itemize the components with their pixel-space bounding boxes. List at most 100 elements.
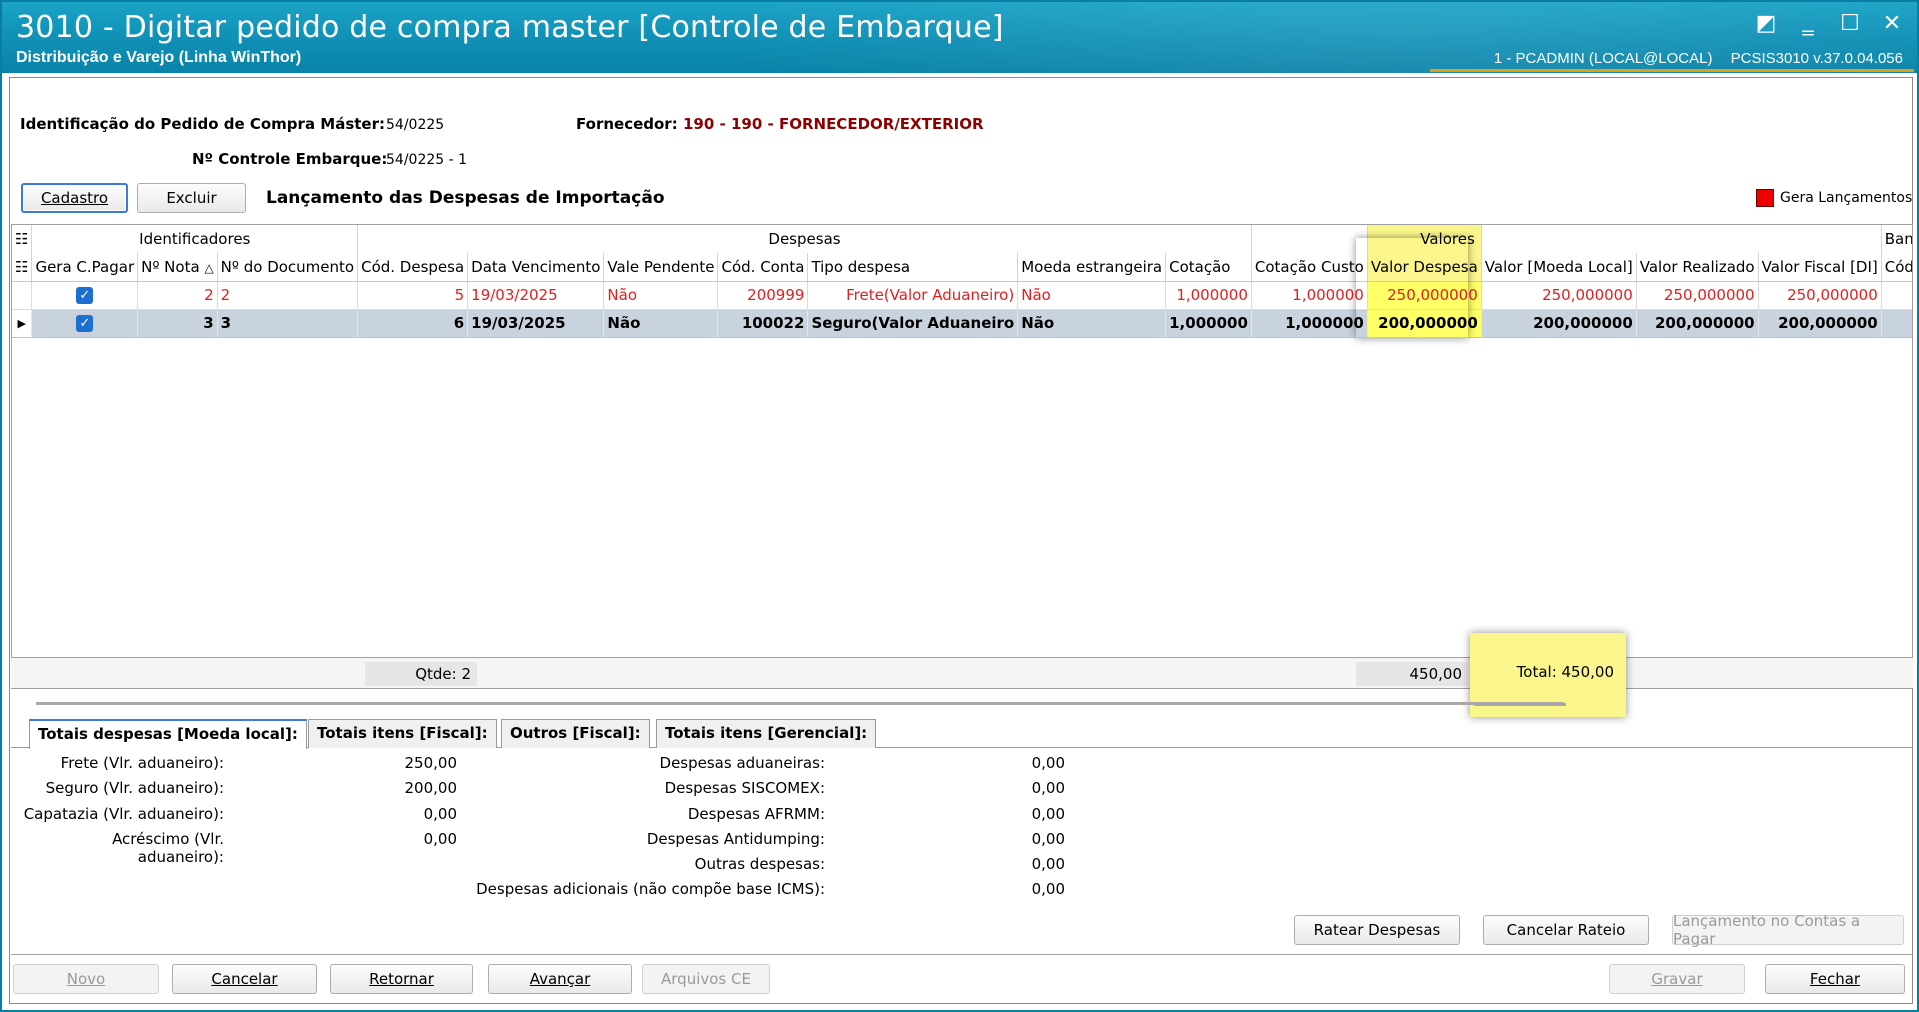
total-acrescimo-label: Acréscimo (Vlr. aduaneiro): — [112, 830, 224, 866]
col-cod-despesa[interactable]: Cód. Despesa — [357, 253, 469, 282]
cancelar-button[interactable]: Cancelar — [172, 964, 317, 994]
cell-moeda: Não — [1017, 309, 1167, 338]
user-info: 1 - PCADMIN (LOCAL@LOCAL) PCSIS3010 v.37… — [1494, 50, 1903, 67]
total-afrmm-value: 0,00 — [1031, 805, 1065, 823]
col-valor-fiscal[interactable]: Valor Fiscal [DI] — [1758, 253, 1882, 282]
grid-footer: Qtde: 2 450,00 — [11, 657, 1913, 689]
band-valores: Valores — [1367, 225, 1482, 253]
cell-valor-despesa: 200,000000 — [1367, 309, 1482, 338]
footer-qtde: Qtde: 2 — [365, 662, 477, 686]
cancelar-rateio-button[interactable]: Cancelar Rateio — [1483, 915, 1649, 945]
col-valor-realizado[interactable]: Valor Realizado — [1636, 253, 1759, 282]
cell-valor-fiscal: 200,000000 — [1758, 309, 1882, 338]
gravar-button[interactable]: Gravar — [1609, 964, 1745, 994]
band-menu-icon[interactable]: ☷ — [12, 225, 33, 253]
gera-cpagar-checkbox[interactable]: ✓ — [31, 281, 139, 310]
footer-total: Total: 450,00 — [1516, 663, 1614, 681]
total-aduaneiras-label: Despesas aduaneiras: — [659, 754, 825, 772]
version-label: PCSIS3010 v.37.0.04.056 — [1730, 50, 1903, 67]
col-moeda-estrangeira[interactable]: Moeda estrangeira — [1017, 253, 1167, 282]
tab-totais-gerencial[interactable]: Totais itens [Gerencial]: — [656, 719, 877, 748]
tab-totais-despesas[interactable]: Totais despesas [Moeda local]: — [29, 719, 307, 749]
sort-asc-icon: △ — [204, 260, 214, 275]
check-icon: ✓ — [76, 315, 94, 332]
cell-tipo-despesa: Seguro(Valor Aduaneiro — [807, 309, 1019, 338]
horizontal-scrollbar[interactable] — [36, 702, 1564, 705]
close-icon[interactable]: ✕ — [1881, 12, 1903, 36]
total-frete-label: Frete (Vlr. aduaneiro): — [60, 754, 224, 772]
edit-window-icon[interactable]: ◩ — [1755, 12, 1777, 36]
tab-totais-fiscal[interactable]: Totais itens [Fiscal]: — [308, 719, 497, 748]
grid-header-row: ☷ Gera C.Pagar Nº Nota △ Nº do Documento… — [12, 253, 1912, 282]
total-siscomex-value: 0,00 — [1031, 779, 1065, 797]
cadastro-button[interactable]: Cadastro — [21, 183, 128, 213]
total-outras-value: 0,00 — [1031, 855, 1065, 873]
col-cod-banco[interactable]: Cód. Ba — [1881, 253, 1912, 282]
table-row[interactable]: ▶ ✓ 3 3 6 19/03/2025 Não 100022 Seguro(V… — [12, 309, 1912, 338]
main-window: 3010 - Digitar pedido de compra master [… — [0, 0, 1919, 1012]
novo-button[interactable]: Novo — [13, 964, 159, 994]
total-seguro-label: Seguro (Vlr. aduaneiro): — [45, 779, 224, 797]
legend-color-swatch — [1756, 189, 1774, 207]
maximize-icon[interactable]: ☐ — [1839, 12, 1861, 36]
gera-cpagar-checkbox[interactable]: ✓ — [31, 309, 139, 338]
tab-outros-fiscal[interactable]: Outros [Fiscal]: — [501, 719, 650, 748]
cell-cod-conta: 200999 — [717, 281, 809, 310]
col-tipo-despesa[interactable]: Tipo despesa — [807, 253, 1019, 282]
table-row[interactable]: ✓ 2 2 5 19/03/2025 Não 200999 Frete(Valo… — [12, 281, 1912, 310]
avancar-button[interactable]: Avançar — [488, 964, 632, 994]
arquivos-ce-button[interactable]: Arquivos CE — [642, 964, 770, 994]
cell-valor-local: 250,000000 — [1481, 281, 1637, 310]
total-afrmm-label: Despesas AFRMM: — [687, 805, 825, 823]
col-cotacao-custo[interactable]: Cotação Custo — [1251, 253, 1368, 282]
excluir-button[interactable]: Excluir — [137, 183, 246, 213]
supplier-value: 190 - 190 - FORNECEDOR/EXTERIOR — [683, 115, 984, 133]
cell-valor-fiscal: 250,000000 — [1758, 281, 1882, 310]
supplier-label: Fornecedor: — [576, 115, 678, 133]
total-outras-label: Outras despesas: — [694, 855, 825, 873]
retornar-button[interactable]: Retornar — [330, 964, 473, 994]
cell-vencimento: 19/03/2025 — [467, 281, 605, 310]
fechar-button[interactable]: Fechar — [1765, 964, 1905, 994]
title-bar[interactable]: 3010 - Digitar pedido de compra master [… — [2, 2, 1917, 73]
col-valor-despesa[interactable]: Valor Despesa — [1367, 253, 1482, 282]
total-antidumping-label: Despesas Antidumping: — [646, 830, 825, 848]
cell-valor-despesa: 250,000000 — [1367, 281, 1482, 310]
cell-cod-despesa: 5 — [357, 281, 469, 310]
col-vale-pendente[interactable]: Vale Pendente — [603, 253, 719, 282]
header-menu-icon[interactable]: ☷ — [12, 253, 33, 282]
cell-cod-despesa: 6 — [357, 309, 469, 338]
col-gera-cpagar[interactable]: Gera C.Pagar — [31, 253, 139, 282]
cell-cotacao-custo: 1,000000 — [1251, 309, 1368, 338]
band-despesas: Despesas — [357, 225, 1252, 253]
lancamento-contas-pagar-button[interactable]: Lançamento no Contas a Pagar — [1672, 912, 1904, 948]
cell-vale-pendente: Não — [603, 309, 719, 338]
check-icon: ✓ — [76, 287, 94, 304]
window-subtitle: Distribuição e Varejo (Linha WinThor) — [16, 49, 302, 66]
col-documento[interactable]: Nº do Documento — [217, 253, 359, 282]
col-data-vencimento[interactable]: Data Vencimento — [467, 253, 605, 282]
col-nota[interactable]: Nº Nota △ — [137, 253, 218, 282]
expenses-grid[interactable]: ☷ Identificadores Despesas Valores Banc … — [11, 224, 1913, 659]
total-adicionais-label: Despesas adicionais (não compõe base ICM… — [476, 880, 825, 898]
minimize-icon[interactable]: ‗ — [1797, 12, 1819, 36]
cell-cotacao-custo: 1,000000 — [1251, 281, 1368, 310]
cell-nota: 2 — [137, 281, 218, 310]
col-valor-moeda-local[interactable]: Valor [Moeda Local] — [1481, 253, 1637, 282]
col-cod-conta[interactable]: Cód. Conta — [717, 253, 809, 282]
col-cotacao[interactable]: Cotação — [1165, 253, 1252, 282]
cell-tipo-despesa: Frete(Valor Aduaneiro) — [807, 281, 1019, 310]
window-controls: ◩ ‗ ☐ ✕ — [1755, 12, 1903, 36]
order-id-value: 54/0225 — [386, 117, 445, 133]
band-banco: Banc — [1881, 225, 1912, 253]
cell-documento: 3 — [217, 309, 359, 338]
cell-nota: 3 — [137, 309, 218, 338]
cell-cotacao: 1,000000 — [1165, 309, 1252, 338]
cell-vale-pendente: Não — [603, 281, 719, 310]
footer-sum: 450,00 — [1356, 662, 1468, 686]
cell-vencimento: 19/03/2025 — [467, 309, 605, 338]
total-antidumping-value: 0,00 — [1031, 830, 1065, 848]
user-underline — [1430, 69, 1914, 72]
ratear-despesas-button[interactable]: Ratear Despesas — [1294, 915, 1460, 945]
legend-label: Gera Lançamentos — [1780, 190, 1913, 206]
